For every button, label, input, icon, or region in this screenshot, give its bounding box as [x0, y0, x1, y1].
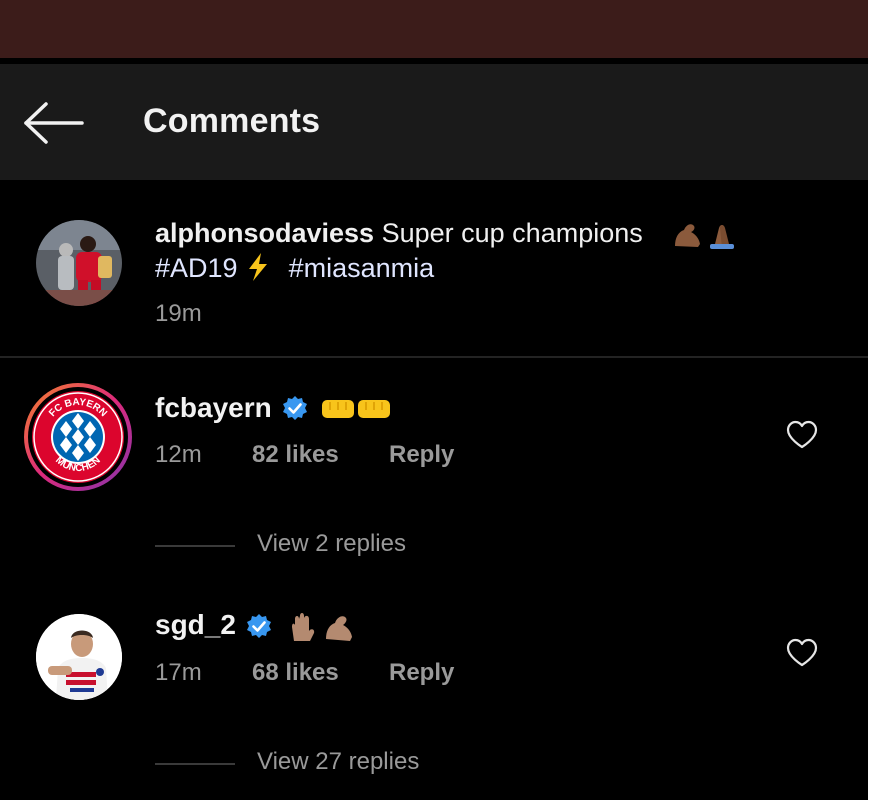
caption-author-avatar[interactable]	[36, 220, 122, 306]
status-bar	[0, 0, 868, 58]
app-screen: Comments alphonsodaviess Super cup champ…	[0, 0, 868, 800]
comment-author-avatar[interactable]	[36, 614, 122, 700]
waving-hand-biceps-icon	[292, 613, 352, 641]
reply-button[interactable]: Reply	[389, 659, 454, 687]
hashtag-miasanmia[interactable]: #miasanmia	[289, 253, 435, 283]
fist-bump-icon	[322, 400, 390, 418]
reply-button[interactable]: Reply	[389, 441, 454, 469]
verified-badge-icon	[247, 614, 271, 638]
view-replies-button[interactable]: View 2 replies	[155, 530, 455, 560]
story-ring[interactable]: FC BAYERN MÜNCHEN	[24, 383, 132, 491]
verified-badge-icon	[283, 396, 307, 420]
comment-timestamp: 17m	[155, 659, 202, 686]
view-replies-label: View 2 replies	[257, 530, 406, 557]
header-bar: Comments	[0, 64, 868, 180]
flexed-biceps-praying-hands-icon	[675, 224, 734, 249]
view-replies-button[interactable]: View 27 replies	[155, 748, 475, 778]
comment-likes[interactable]: 68 likes	[252, 659, 339, 687]
caption-line-1: alphonsodaviess Super cup champions	[155, 218, 643, 249]
divider	[0, 356, 868, 358]
fc-bayern-logo-icon: FC BAYERN MÜNCHEN	[32, 391, 124, 483]
comment-username[interactable]: sgd_2	[155, 609, 236, 641]
heart-outline-icon[interactable]	[786, 638, 818, 668]
caption-line-2: #AD19 #miasanmia	[155, 253, 434, 284]
replies-divider-line	[155, 545, 235, 547]
player-photo-icon	[36, 220, 122, 306]
caption-username[interactable]: alphonsodaviess	[155, 218, 374, 248]
comment-likes[interactable]: 82 likes	[252, 441, 339, 469]
page-title: Comments	[143, 102, 321, 140]
player-photo-icon	[36, 614, 122, 700]
caption-text: Super cup champions	[381, 218, 643, 248]
view-replies-label: View 27 replies	[257, 748, 420, 775]
comment-username[interactable]: fcbayern	[155, 392, 272, 424]
replies-divider-line	[155, 763, 235, 765]
hashtag-ad19[interactable]: #AD19	[155, 253, 238, 283]
arrow-left-icon	[24, 102, 84, 144]
high-voltage-icon	[249, 253, 268, 281]
comment-timestamp: 12m	[155, 441, 202, 468]
heart-outline-icon[interactable]	[786, 420, 818, 450]
back-button[interactable]	[22, 100, 86, 146]
post-caption: alphonsodaviess Super cup champions #AD1…	[0, 180, 868, 356]
caption-timestamp: 19m	[155, 300, 202, 327]
